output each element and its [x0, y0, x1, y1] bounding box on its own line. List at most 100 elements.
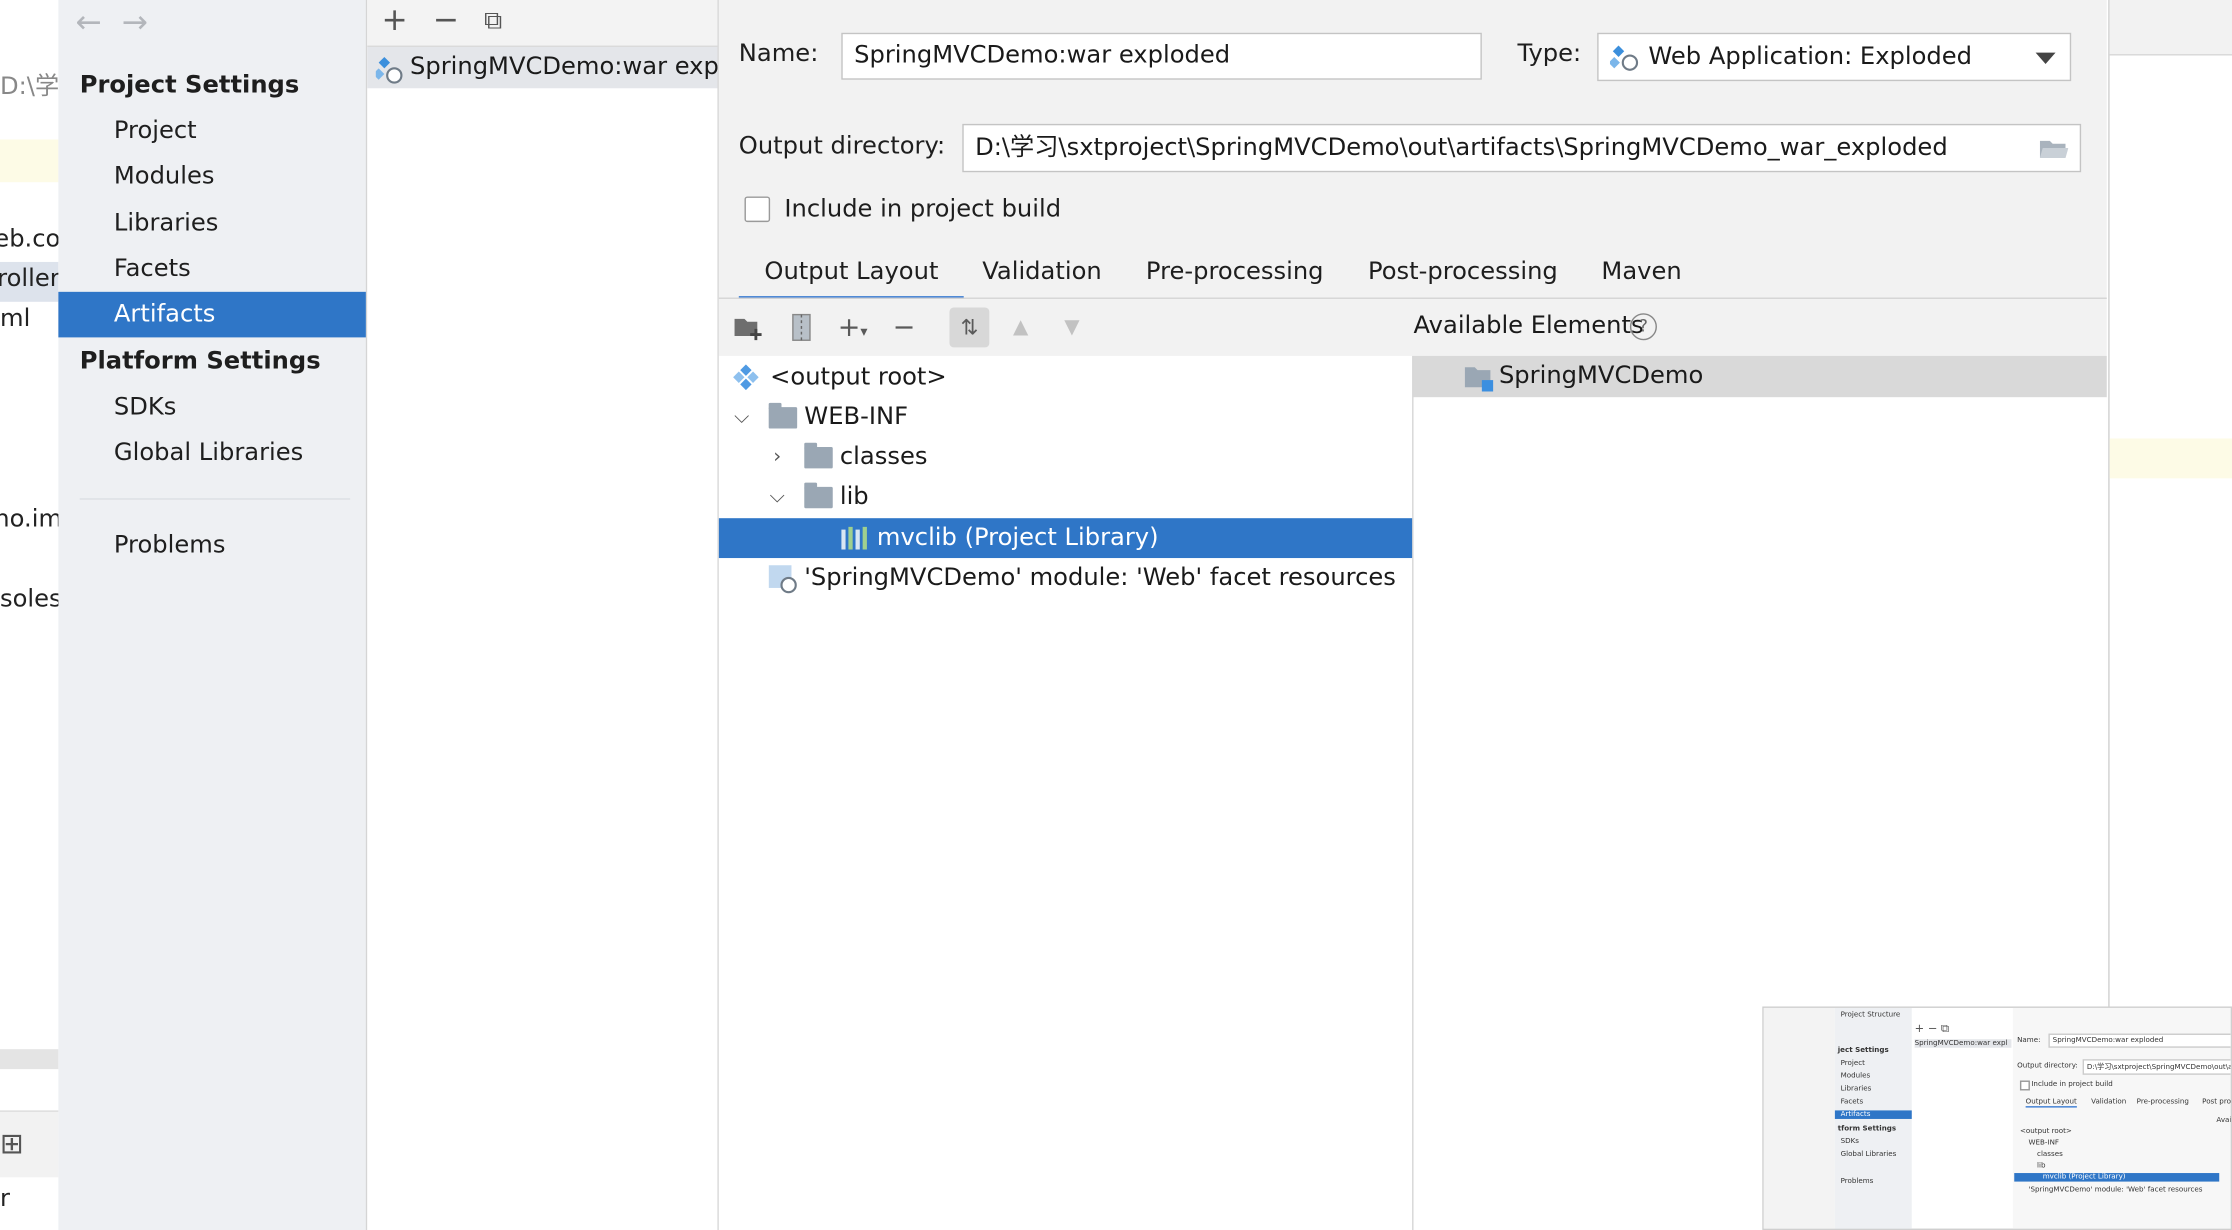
- archive-icon[interactable]: [782, 307, 822, 347]
- plus-icon[interactable]: +: [381, 3, 407, 40]
- type-select[interactable]: Web Application: Exploded: [1597, 32, 2072, 82]
- thumb-text: 'SpringMVCDemo' module: 'Web' facet reso…: [2028, 1185, 2203, 1195]
- thumb-text: classes: [2037, 1150, 2063, 1159]
- arrow-right-icon[interactable]: →: [122, 6, 168, 42]
- editor-toolbar: ⊞: [0, 1110, 59, 1178]
- thumb-text: Libraries: [1840, 1084, 1872, 1094]
- tree-row-label: 'SpringMVCDemo' module: 'Web' facet reso…: [804, 563, 1396, 593]
- sidebar-item-facets[interactable]: Facets: [58, 246, 365, 292]
- tab-post-processing[interactable]: Post-processing: [1368, 253, 1558, 296]
- thumb-title: Project Structure: [1840, 1010, 1901, 1020]
- thumb-text: ject Settings: [1837, 1046, 1889, 1055]
- tree-row-output-root[interactable]: <output root>: [719, 357, 1412, 397]
- type-label: Type:: [1517, 39, 1582, 69]
- thumb-text: D:\学习\sxtproject\SpringMVCDemo\out\ar: [2082, 1059, 2231, 1075]
- output-directory-label: Output directory:: [738, 132, 946, 161]
- output-layout-tree: <output root> ⌵ WEB-INF › classes ⌵ lib: [718, 355, 1414, 1230]
- tree-row-label: classes: [839, 442, 928, 472]
- thumb-text: Avai: [2216, 1116, 2232, 1125]
- sidebar-item-modules[interactable]: Modules: [58, 154, 365, 200]
- tab-validation[interactable]: Validation: [982, 253, 1102, 296]
- web-app-icon: [1609, 45, 1639, 71]
- artifact-item-label: SpringMVCDemo:war exploded: [409, 52, 718, 82]
- web-facet-icon: [768, 565, 797, 594]
- thumb-text: SDKs: [1840, 1137, 1859, 1146]
- sidebar-item-artifacts[interactable]: Artifacts: [58, 291, 366, 338]
- chevron-down-icon[interactable]: ⌵: [766, 477, 789, 517]
- output-directory-value: D:\学习\sxtproject\SpringMVCDemo\out\artif…: [975, 133, 1948, 163]
- file-fragment: ml: [0, 304, 31, 334]
- path-fragment: D:\学: [0, 72, 60, 102]
- file-fragment: roller: [0, 264, 60, 294]
- move-up-icon[interactable]: ▲: [1001, 307, 1041, 347]
- copy-icon[interactable]: ⧉: [484, 3, 502, 40]
- library-icon: [841, 526, 867, 550]
- include-in-build-checkbox[interactable]: [744, 196, 771, 223]
- tree-row-mvclib[interactable]: mvclib (Project Library): [718, 518, 1413, 559]
- window-preview-thumbnail[interactable]: Project Structure ject Settings Project …: [1762, 1006, 2232, 1230]
- tree-row-classes[interactable]: › classes: [719, 437, 1412, 477]
- available-elements-header: Available Elements ?: [1414, 299, 2107, 356]
- thumb-text: Name:: [2017, 1036, 2041, 1045]
- thumb-text: Modules: [1840, 1071, 1871, 1081]
- file-fragment: soles: [0, 585, 62, 614]
- project-settings-title: Project Settings: [79, 71, 300, 100]
- folder-icon: [804, 442, 833, 469]
- sidebar-item-libraries[interactable]: Libraries: [58, 201, 365, 247]
- sidebar-divider: [79, 498, 351, 500]
- tree-row-label: <output root>: [770, 363, 947, 392]
- tab-output-layout[interactable]: Output Layout: [738, 253, 965, 301]
- sidebar-item-global-libraries[interactable]: Global Libraries: [58, 430, 365, 476]
- thumb-text: + − ⧉: [1914, 1022, 1950, 1035]
- thumb-text: Problems: [1840, 1177, 1874, 1186]
- thumb-text: <output root>: [2019, 1127, 2072, 1137]
- thumb-text: SpringMVCDemo:war expl: [1914, 1039, 2012, 1048]
- thumb-text: Include in project build: [2031, 1080, 2113, 1090]
- web-artifact-icon: [375, 56, 403, 84]
- tab-maven[interactable]: Maven: [1601, 253, 1681, 296]
- available-item-label: SpringMVCDemo: [1498, 361, 1704, 391]
- thumb-text: WEB-INF: [2028, 1138, 2060, 1148]
- sidebar-item-problems[interactable]: Problems: [58, 522, 365, 568]
- available-item-springmvcdemo[interactable]: SpringMVCDemo: [1413, 355, 2107, 398]
- layout-toolbar: +▾ − ⇅ ▲ ▼: [718, 298, 1413, 356]
- tab-pre-processing[interactable]: Pre-processing: [1146, 253, 1324, 296]
- artifact-item[interactable]: SpringMVCDemo:war exploded: [367, 46, 718, 89]
- editor-scrollbar[interactable]: [0, 1049, 59, 1070]
- thumb-text: lib: [2037, 1161, 2046, 1171]
- thumb-text: Validation: [2091, 1097, 2127, 1107]
- folder-browse-icon[interactable]: [2039, 138, 2069, 159]
- output-directory-field[interactable]: D:\学习\sxtproject\SpringMVCDemo\out\artif…: [962, 123, 2082, 173]
- add-icon[interactable]: +▾: [833, 307, 873, 347]
- chevron-down-icon[interactable]: ⌵: [730, 397, 753, 437]
- name-field[interactable]: SpringMVCDemo:war exploded: [841, 32, 1482, 80]
- background-editor: D:\学 eb.cor roller ml no.iml soles ⊞ r: [0, 0, 70, 1230]
- thumb-text: Artifacts: [1834, 1110, 1912, 1119]
- sidebar-item-project[interactable]: Project: [58, 108, 365, 154]
- sort-icon[interactable]: ⇅: [949, 307, 990, 348]
- minus-icon[interactable]: −: [433, 3, 459, 40]
- thumb-text: mvclib (Project Library): [2014, 1173, 2220, 1182]
- thumb-text: Project: [1840, 1059, 1865, 1068]
- thumb-text: Pre-processing: [2136, 1097, 2189, 1107]
- tree-row-web-facet[interactable]: 'SpringMVCDemo' module: 'Web' facet reso…: [719, 558, 1412, 598]
- folder-icon: [804, 482, 833, 509]
- type-select-value: Web Application: Exploded: [1648, 42, 1973, 72]
- arrow-left-icon[interactable]: ←: [75, 6, 121, 42]
- help-icon[interactable]: ?: [1629, 313, 1657, 341]
- sidebar-item-sdks[interactable]: SDKs: [58, 384, 365, 430]
- add-icon[interactable]: ⊞: [0, 1126, 24, 1160]
- artifacts-list-panel: + − ⧉ SpringMVCDemo:war exploded: [367, 0, 719, 1230]
- platform-settings-title: Platform Settings: [79, 347, 321, 376]
- tree-row-label: WEB-INF: [804, 402, 908, 432]
- thumb-text: tform Settings: [1837, 1124, 1897, 1134]
- new-folder-icon[interactable]: [730, 307, 770, 347]
- thumb-text: SpringMVCDemo:war exploded: [2048, 1033, 2231, 1048]
- move-down-icon[interactable]: ▼: [1052, 307, 1092, 347]
- remove-icon[interactable]: −: [884, 307, 924, 347]
- tree-row-web-inf[interactable]: ⌵ WEB-INF: [719, 397, 1412, 437]
- output-root-icon: [733, 364, 759, 391]
- tree-row-lib[interactable]: ⌵ lib: [719, 477, 1412, 517]
- artifacts-toolbar: + − ⧉: [367, 0, 718, 47]
- chevron-right-icon[interactable]: ›: [766, 437, 789, 477]
